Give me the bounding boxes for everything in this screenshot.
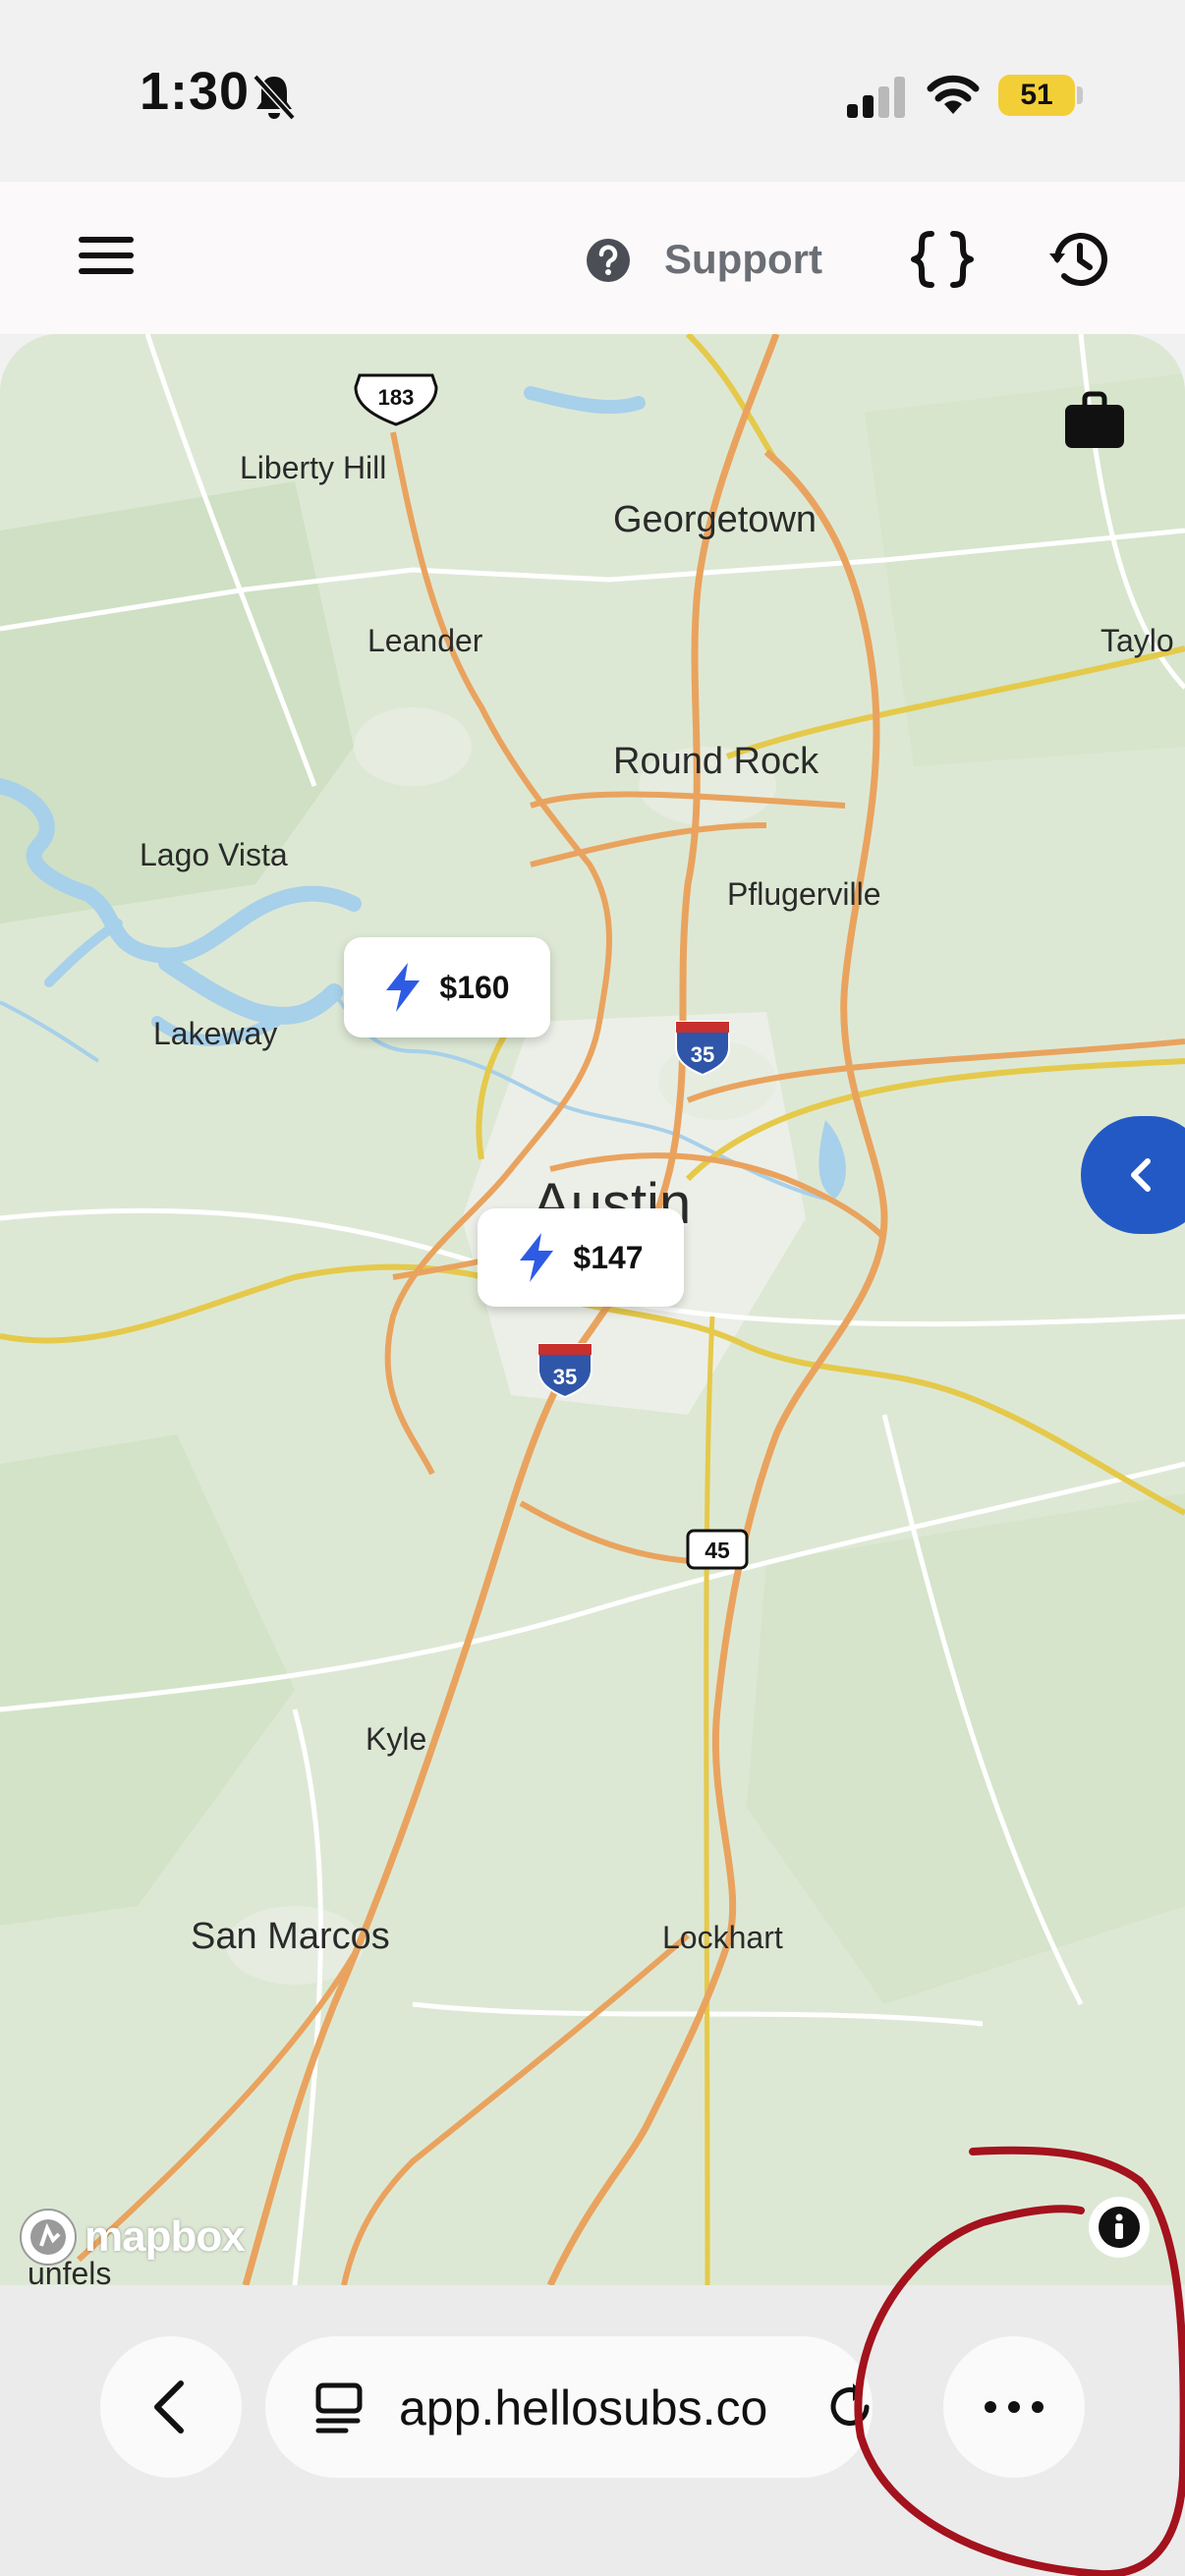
lightning-icon (386, 963, 421, 1012)
address-bar[interactable]: app.hellosubs.co (265, 2336, 873, 2478)
town-label-lago-vista: Lago Vista (140, 837, 288, 872)
bell-off-icon (253, 74, 296, 121)
town-label-round-rock: Round Rock (613, 741, 819, 782)
braces-icon[interactable] (910, 228, 975, 291)
wifi-icon (927, 75, 980, 114)
map-info-button[interactable] (1089, 2197, 1150, 2258)
town-label-taylor: Taylo (1100, 623, 1174, 658)
town-label-leander: Leander (367, 623, 483, 658)
map-canvas: 183 35 35 45 (0, 334, 1185, 2285)
reload-icon[interactable] (825, 2381, 873, 2433)
mapbox-wordmark: mapbox (85, 2212, 246, 2261)
i35-north-number: 35 (691, 1042, 714, 1067)
chevron-left-icon (154, 2380, 184, 2434)
history-icon[interactable] (1047, 228, 1110, 291)
signal-icon (847, 77, 905, 118)
support-link[interactable]: Support (664, 236, 822, 283)
briefcase-icon[interactable] (1063, 391, 1126, 450)
sh-45-number: 45 (705, 1538, 730, 1563)
mapbox-mark-icon (20, 2209, 77, 2266)
battery-indicator: 51 (998, 75, 1075, 116)
info-icon (1099, 2207, 1140, 2248)
status-time: 1:30 (140, 62, 251, 121)
price-pin-label: $160 (439, 969, 510, 1005)
browser-more-button[interactable] (943, 2336, 1085, 2478)
town-label-lockhart: Lockhart (662, 1920, 783, 1955)
chevron-left-icon (1131, 1158, 1151, 1192)
town-label-kyle: Kyle (366, 1721, 427, 1757)
i35-south-number: 35 (553, 1365, 577, 1389)
price-pin[interactable]: $160 (344, 937, 550, 1037)
town-label-san-marcos: San Marcos (191, 1916, 390, 1957)
mapbox-logo[interactable]: mapbox (18, 2207, 246, 2268)
sh-45-shield: 45 (686, 1529, 749, 1570)
us-183-number: 183 (378, 385, 415, 410)
town-label-pflugerville: Pflugerville (727, 876, 881, 912)
map-view[interactable]: 183 35 35 45 Liberty Hill Georgetown Lea… (0, 334, 1185, 2285)
town-label-georgetown: Georgetown (613, 499, 818, 540)
town-label-liberty-hill: Liberty Hill (240, 450, 387, 485)
browser-back-button[interactable] (100, 2336, 242, 2478)
more-dots-icon (985, 2401, 1044, 2413)
tab-overview-icon[interactable] (312, 2380, 367, 2435)
lightning-icon (520, 1233, 554, 1282)
price-pin[interactable]: $147 (478, 1208, 684, 1307)
hamburger-menu-icon[interactable] (77, 231, 136, 280)
help-icon[interactable] (586, 238, 631, 283)
url-text: app.hellosubs.co (399, 2380, 768, 2436)
price-pin-label: $147 (573, 1239, 644, 1275)
battery-level: 51 (1020, 79, 1053, 111)
town-label-lakeway: Lakeway (153, 1016, 278, 1051)
battery-nub (1077, 86, 1083, 104)
